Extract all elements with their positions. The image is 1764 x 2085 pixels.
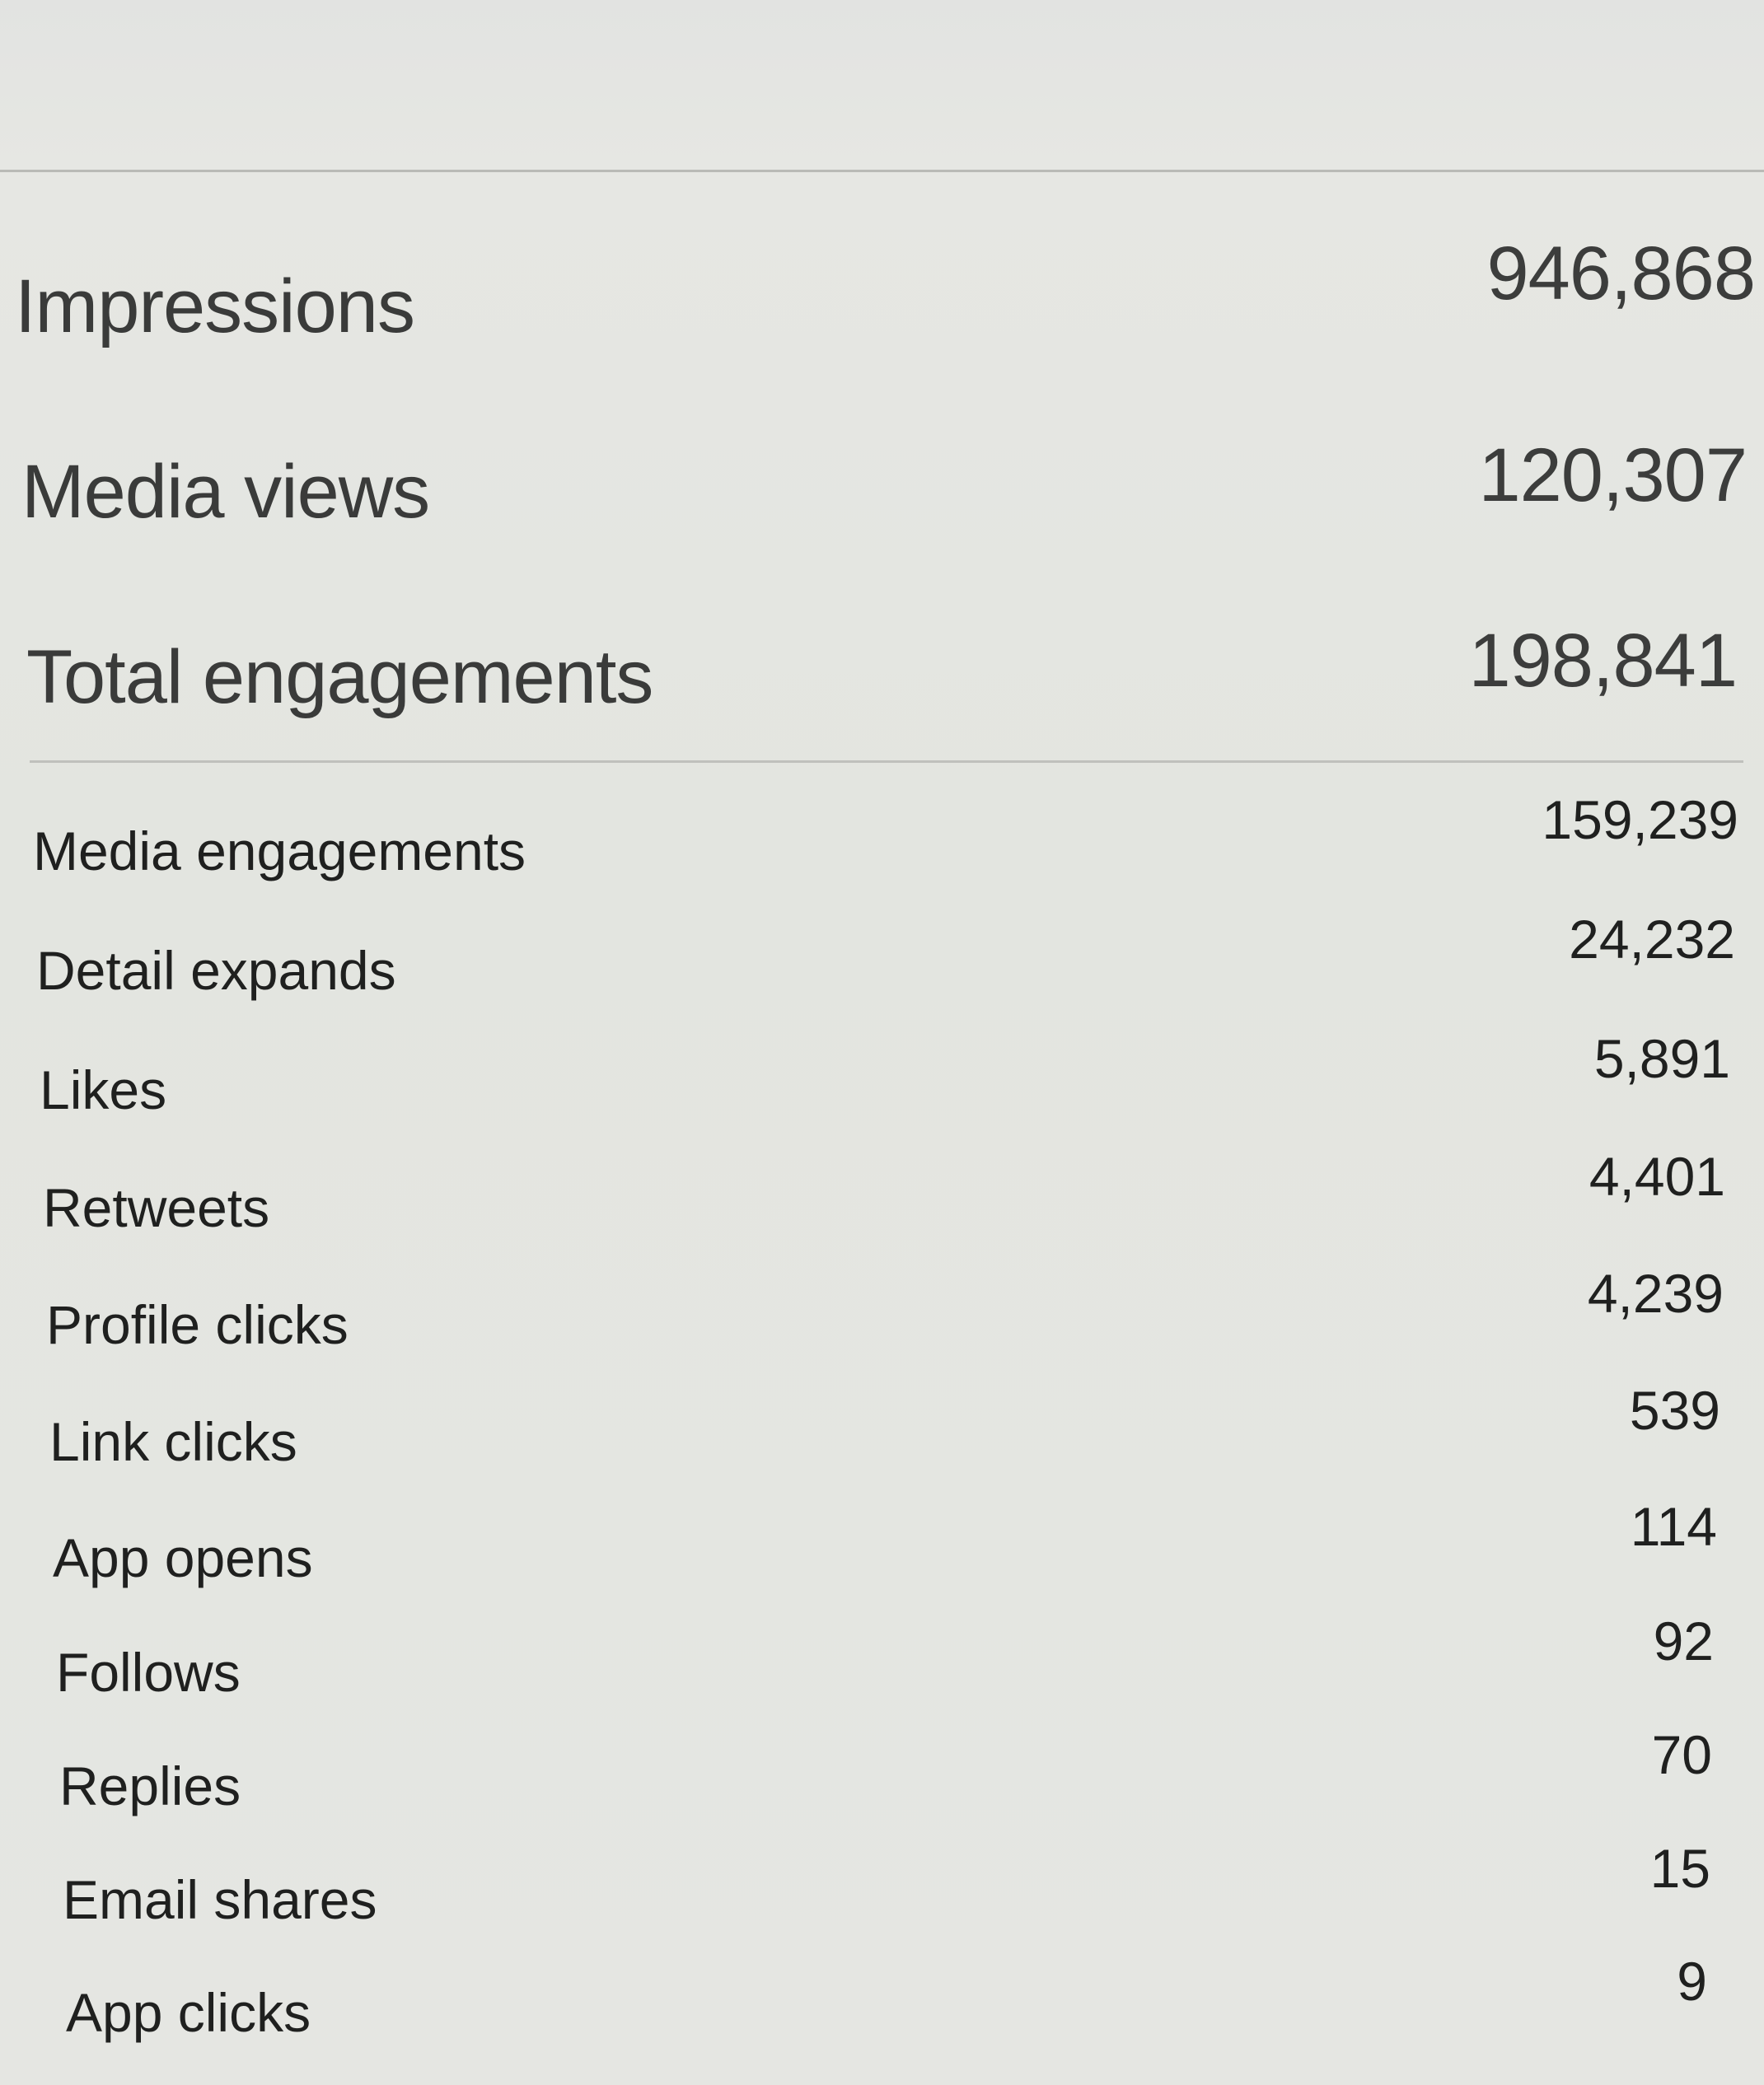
summary-row-impressions: Impressions 946,868 [15, 231, 1756, 350]
engagement-label: Likes [40, 1059, 167, 1120]
engagement-value: 159,239 [1542, 789, 1738, 850]
summary-value: 120,307 [1478, 433, 1748, 517]
engagement-value: 114 [1630, 1496, 1717, 1557]
engagement-value: 539 [1629, 1380, 1720, 1441]
summary-label: Total engagements [26, 635, 653, 719]
engagement-value: 4,239 [1587, 1263, 1724, 1324]
engagement-value: 9 [1677, 1951, 1707, 2012]
engagement-value: 24,232 [1569, 909, 1735, 970]
engagement-label: Replies [59, 1755, 241, 1816]
engagement-label: App clicks [66, 1982, 311, 2043]
engagement-row: Retweets 4,401 [43, 1146, 1725, 1239]
engagement-value: 92 [1653, 1610, 1714, 1671]
engagement-value: 5,891 [1593, 1028, 1730, 1089]
engagement-label: Email shares [63, 1869, 377, 1930]
summary-label: Media views [21, 450, 430, 534]
engagement-value: 70 [1651, 1724, 1712, 1785]
summary-value: 198,841 [1468, 619, 1738, 703]
engagement-value: 4,401 [1589, 1146, 1725, 1207]
mid-divider [30, 760, 1743, 763]
summary-row-media-views: Media views 120,307 [21, 433, 1748, 535]
engagement-row: Detail expands 24,232 [36, 909, 1735, 1002]
engagement-row: App clicks 9 [66, 1951, 1707, 2044]
summary-label: Impressions [15, 264, 415, 348]
engagement-label: App opens [53, 1527, 313, 1588]
engagement-row: Likes 5,891 [40, 1028, 1730, 1121]
engagement-row: Follows 92 [56, 1610, 1714, 1704]
engagement-row: App opens 114 [53, 1496, 1717, 1589]
engagement-row: Link clicks 539 [49, 1380, 1720, 1473]
engagement-row: Replies 70 [59, 1724, 1712, 1817]
top-divider [0, 170, 1764, 172]
analytics-panel: Impressions 946,868 Media views 120,307 … [0, 0, 1764, 2085]
engagement-label: Retweets [43, 1177, 270, 1238]
engagement-row: Email shares 15 [63, 1838, 1710, 1931]
engagement-label: Link clicks [49, 1411, 297, 1472]
engagement-row: Media engagements 159,239 [33, 789, 1738, 882]
summary-value: 946,868 [1486, 231, 1756, 316]
engagement-value: 15 [1649, 1838, 1710, 1899]
engagement-label: Detail expands [36, 940, 396, 1001]
engagement-row: Profile clicks 4,239 [46, 1263, 1724, 1356]
summary-row-total-engagements: Total engagements 198,841 [26, 619, 1738, 721]
engagement-label: Follows [56, 1642, 241, 1703]
engagement-label: Profile clicks [46, 1294, 349, 1355]
engagement-label: Media engagements [33, 820, 526, 881]
